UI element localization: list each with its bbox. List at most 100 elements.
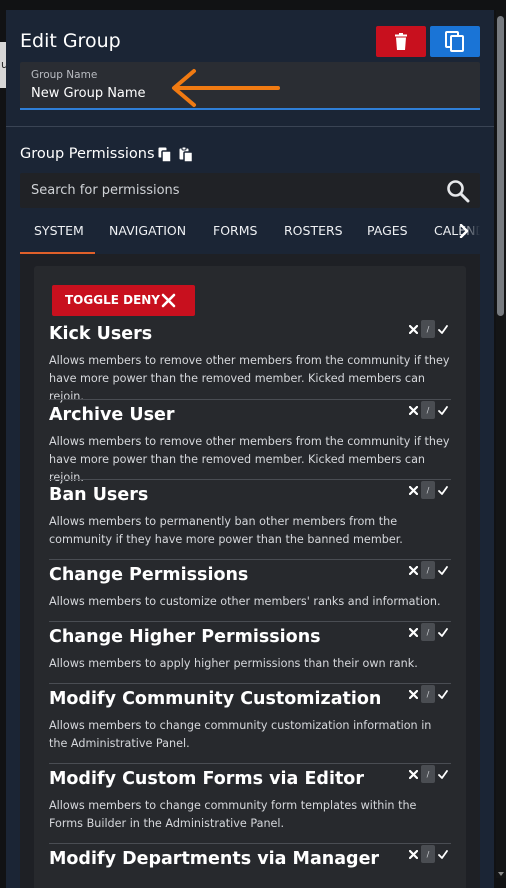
search-icon[interactable] [446, 179, 470, 203]
permission-description: Allows members to remove other members f… [49, 354, 450, 403]
permission-description: Allows members to change community form … [49, 799, 417, 830]
tab-navigation[interactable]: NAVIGATION [109, 218, 186, 254]
deny-x-icon [408, 849, 418, 859]
group-name-label: Group Name [31, 69, 98, 81]
row-divider [49, 683, 451, 684]
group-name-input[interactable]: New Group Name [31, 86, 146, 101]
permission-name: Modify Community Customization [49, 689, 382, 709]
check-icon [438, 769, 448, 779]
tabs-scroll-right-icon[interactable] [458, 224, 470, 238]
deny-x-icon [408, 565, 418, 575]
allow-option[interactable] [435, 685, 451, 703]
neutral-option[interactable]: / [421, 561, 435, 579]
allow-option[interactable] [435, 320, 451, 338]
deny-option[interactable] [405, 685, 421, 703]
permissions-list: TOGGLE DENY Kick Users / Allows members to… [20, 254, 480, 888]
permissions-search [20, 173, 480, 208]
permission-description: Allows members to apply higher permissio… [49, 657, 418, 670]
deny-option[interactable] [405, 765, 421, 783]
scroll-down-arrow-icon[interactable] [498, 872, 504, 876]
permission-name: Archive User [49, 405, 175, 425]
neutral-option[interactable]: / [421, 481, 435, 499]
deny-x-icon [408, 405, 418, 415]
permission-tri-state-toggle: / [405, 561, 451, 579]
permission-tri-state-toggle: / [405, 320, 451, 338]
permission-description: Allows members to customize other member… [49, 595, 441, 608]
check-icon [438, 485, 448, 495]
permission-tri-state-toggle: / [405, 765, 451, 783]
edit-group-modal: Edit Group Group Name New Group Name Gro… [6, 10, 494, 888]
neutral-option[interactable]: / [421, 765, 435, 783]
neutral-option[interactable]: / [421, 320, 435, 338]
permission-tri-state-toggle: / [405, 685, 451, 703]
paste-permissions-icon[interactable] [179, 147, 193, 162]
permission-category-tabs: SYSTEM NAVIGATION FORMS ROSTERS PAGES CA… [20, 218, 480, 254]
check-icon [438, 627, 448, 637]
deny-option[interactable] [405, 561, 421, 579]
copy-permissions-icon[interactable] [158, 147, 172, 162]
tab-pages[interactable]: PAGES [367, 218, 408, 254]
permission-name: Change Higher Permissions [49, 627, 321, 647]
check-icon [438, 324, 448, 334]
modal-title: Edit Group [20, 30, 121, 52]
scrollbar-thumb[interactable] [497, 16, 504, 316]
delete-group-button[interactable] [376, 26, 426, 57]
tab-rosters[interactable]: ROSTERS [284, 218, 343, 254]
allow-option[interactable] [435, 401, 451, 419]
allow-option[interactable] [435, 561, 451, 579]
permission-name: Change Permissions [49, 565, 249, 585]
neutral-option[interactable]: / [421, 685, 435, 703]
row-divider [49, 843, 451, 844]
row-divider [49, 559, 451, 560]
check-icon [438, 405, 448, 415]
toggle-deny-button[interactable]: TOGGLE DENY [52, 285, 195, 316]
trash-icon [395, 33, 407, 50]
deny-option[interactable] [405, 623, 421, 641]
toggle-deny-label: TOGGLE DENY [65, 293, 160, 307]
permissions-panel: TOGGLE DENY Kick Users / Allows members to… [34, 266, 466, 888]
permissions-search-input[interactable] [31, 183, 431, 198]
row-divider [49, 621, 451, 622]
deny-option[interactable] [405, 845, 421, 863]
permission-name: Modify Custom Forms via Editor [49, 769, 364, 789]
annotation-arrow-icon [172, 69, 280, 107]
deny-x-icon [408, 627, 418, 637]
copy-icon [445, 30, 464, 52]
permission-name: Modify Departments via Manager [49, 849, 380, 869]
deny-option[interactable] [405, 481, 421, 499]
row-divider [49, 399, 451, 400]
check-icon [438, 849, 448, 859]
group-permissions-title: Group Permissions [20, 146, 155, 162]
row-divider [49, 763, 451, 764]
check-icon [438, 565, 448, 575]
deny-x-icon [408, 485, 418, 495]
deny-x-icon [408, 689, 418, 699]
permission-description: Allows members to permanently ban other … [49, 515, 403, 546]
deny-option[interactable] [405, 320, 421, 338]
permission-tri-state-toggle: / [405, 481, 451, 499]
check-icon [438, 689, 448, 699]
permission-description: Allows members to change community custo… [49, 719, 432, 750]
deny-x-icon [408, 324, 418, 334]
neutral-option[interactable]: / [421, 845, 435, 863]
deny-x-icon [408, 769, 418, 779]
permission-tri-state-toggle: / [405, 623, 451, 641]
close-icon [161, 293, 176, 308]
permission-tri-state-toggle: / [405, 401, 451, 419]
allow-option[interactable] [435, 623, 451, 641]
allow-option[interactable] [435, 481, 451, 499]
permission-tri-state-toggle: / [405, 845, 451, 863]
neutral-option[interactable]: / [421, 401, 435, 419]
deny-option[interactable] [405, 401, 421, 419]
allow-option[interactable] [435, 845, 451, 863]
allow-option[interactable] [435, 765, 451, 783]
permission-name: Kick Users [49, 324, 153, 344]
section-divider [6, 126, 494, 127]
neutral-option[interactable]: / [421, 623, 435, 641]
duplicate-group-button[interactable] [430, 26, 480, 57]
modal-scrollbar[interactable] [496, 10, 506, 878]
row-divider [49, 479, 451, 480]
tab-forms[interactable]: FORMS [213, 218, 257, 254]
permission-name: Ban Users [49, 485, 149, 505]
tab-system[interactable]: SYSTEM [20, 218, 95, 254]
